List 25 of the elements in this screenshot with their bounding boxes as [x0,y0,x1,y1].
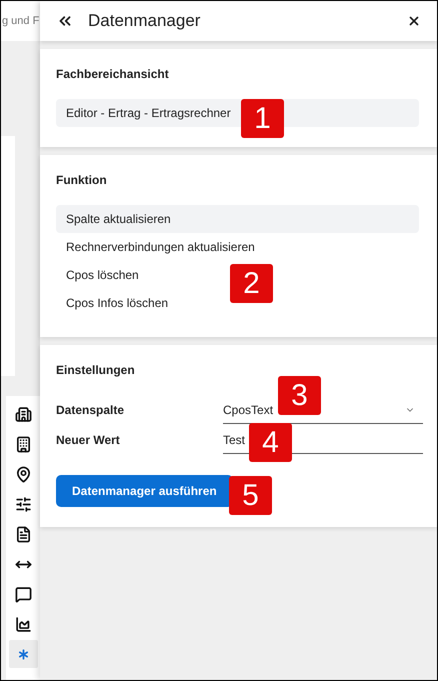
run-button[interactable]: Datenmanager ausführen [56,475,233,507]
list-item[interactable]: Spalte aktualisieren [56,205,419,233]
section-title: Funktion [56,173,108,187]
callout-badge: 1 [241,99,284,138]
callout-badge: 2 [230,264,273,303]
section-title: Fachbereichansicht [56,67,170,81]
callout-badge: 4 [249,423,292,462]
building-icon [14,436,32,452]
sliders-icon [14,496,32,512]
area-chart-icon [14,616,32,632]
callout-badge: 5 [229,476,272,515]
close-icon[interactable] [407,14,421,28]
document-icon [14,526,32,542]
pin-icon [14,466,32,482]
callout-badge: 3 [278,376,321,415]
list-item[interactable]: Rechnerverbindungen aktualisieren [56,233,259,261]
buildings-icon [14,406,32,422]
panel-title: Datenmanager [88,11,202,31]
list-item[interactable]: Cpos löschen [56,261,143,289]
comment-icon [14,586,32,602]
app-header-text: g und F [1,15,40,27]
section-title: Einstellungen [56,363,136,377]
field-label: Datenspalte [56,403,126,417]
list-item[interactable]: Cpos Infos löschen [56,289,172,317]
field-label: Neuer Wert [56,433,121,447]
